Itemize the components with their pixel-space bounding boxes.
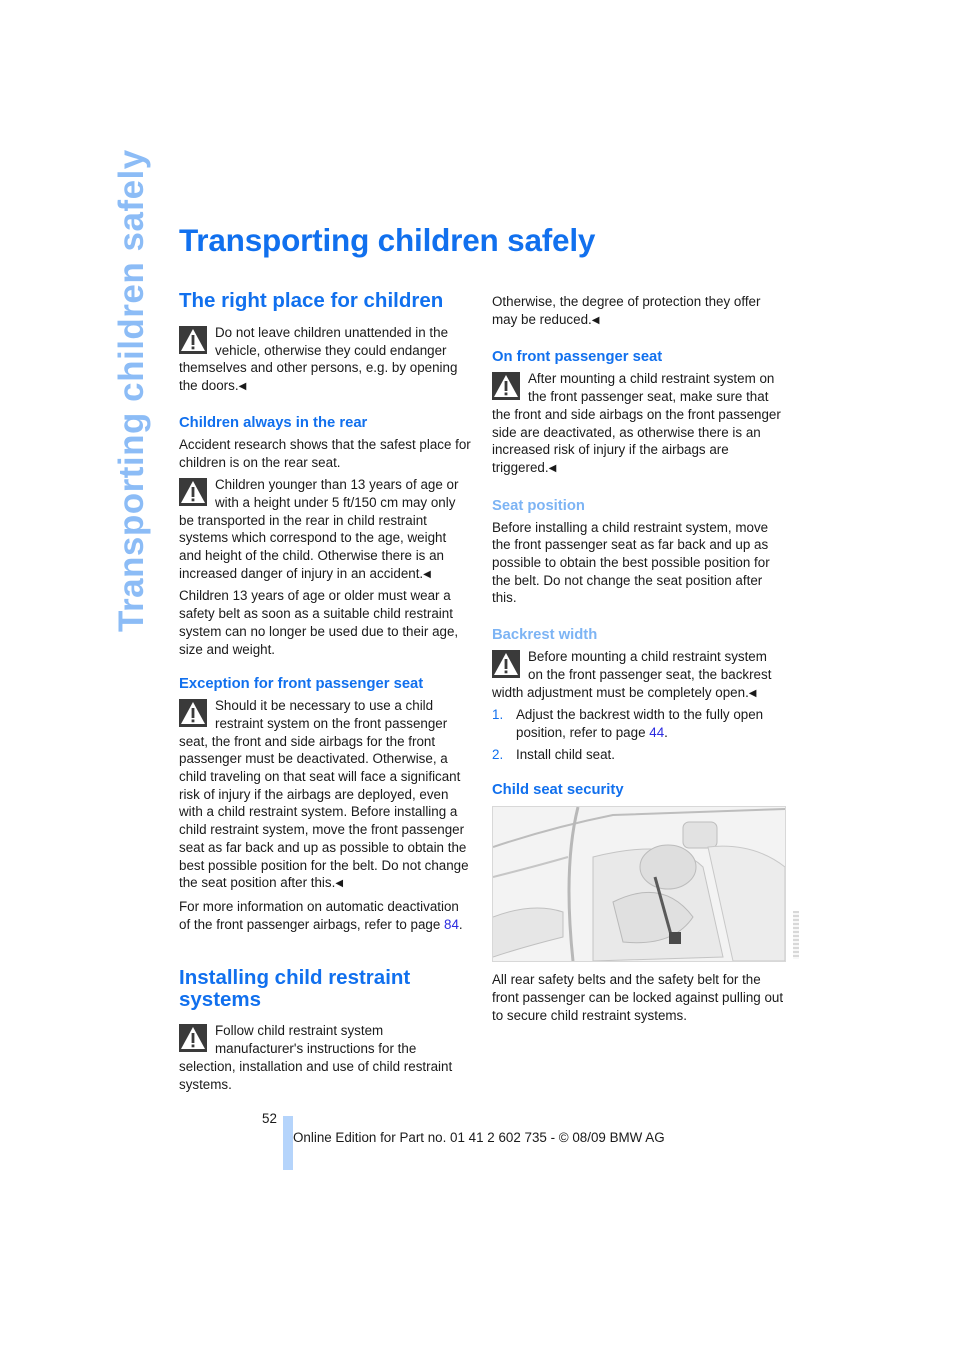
warning-triangle-icon	[179, 326, 207, 354]
warning-text: After mounting a child restraint system …	[492, 371, 781, 475]
paragraph-text: For more information on automatic deacti…	[179, 898, 459, 932]
child-seat-drawing	[492, 806, 786, 962]
step-text: Adjust the backrest width to the fully o…	[516, 707, 764, 740]
paragraph: For more information on automatic deacti…	[179, 898, 471, 933]
end-mark-icon: ◀	[335, 878, 344, 890]
left-column: The right place for children Do not leav…	[179, 290, 471, 1093]
end-mark-icon: ◀	[238, 381, 247, 393]
page-link-84[interactable]: 84	[444, 917, 459, 932]
end-mark-icon: ◀	[748, 687, 757, 699]
warning-triangle-icon	[179, 699, 207, 728]
page-title: Transporting children safely	[179, 222, 596, 258]
warning-text: Before mounting a child restraint system…	[492, 649, 772, 700]
step-item: 2. Install child seat.	[492, 746, 784, 764]
subheading-front-passenger-seat: On front passenger seat	[492, 349, 663, 366]
section-heading-installing: Installing child restraint systems	[179, 966, 411, 1012]
warning-text: Do not leave children unattended in the …	[179, 325, 458, 394]
warning-text: Follow child restraint system manufactur…	[179, 1023, 453, 1092]
subheading-children-rear: Children always in the rear	[179, 414, 368, 431]
warning-note: Do not leave children unattended in the …	[179, 324, 471, 396]
subheading-seat-position: Seat position	[492, 497, 585, 514]
warning-note: Should it be necessary to use a child re…	[179, 697, 471, 893]
subheading-backrest-width: Backrest width	[492, 627, 598, 644]
warning-triangle-icon	[492, 650, 520, 679]
paragraph: Before installing a child restraint syst…	[492, 519, 770, 606]
subheading-child-seat-security: Child seat security	[492, 782, 624, 799]
warning-note: Children younger than 13 years of age or…	[179, 476, 471, 583]
end-mark-icon: ◀	[591, 314, 600, 326]
step-text: Install child seat.	[516, 746, 615, 762]
child-seat-illustration	[492, 806, 799, 963]
steps-list: 1. Adjust the backrest width to the full…	[492, 706, 784, 763]
end-mark-icon: ◀	[548, 462, 557, 474]
paragraph-text: .	[458, 916, 463, 932]
paragraph: Accident research shows that the safest …	[179, 436, 471, 470]
warning-triangle-icon	[179, 1024, 207, 1053]
end-mark-icon: ◀	[423, 568, 431, 580]
page-link-44[interactable]: 44	[649, 725, 664, 740]
step-number: 2.	[492, 746, 504, 762]
image-code-mark	[793, 911, 799, 960]
warning-triangle-icon	[179, 478, 207, 507]
page-number: 52	[262, 1111, 277, 1126]
warning-text: Children younger than 13 years of age or…	[179, 477, 459, 581]
footer-accent-bar	[283, 1116, 293, 1170]
warning-note: After mounting a child restraint system …	[492, 370, 784, 477]
paragraph: Children 13 years of age or older must w…	[179, 588, 459, 657]
subheading-exception-front-seat: Exception for front passenger seat	[179, 676, 424, 693]
warning-triangle-icon	[492, 372, 520, 401]
paragraph: All rear safety belts and the safety bel…	[492, 972, 784, 1023]
warning-text: Should it be necessary to use a child re…	[179, 698, 469, 891]
paragraph: Otherwise, the degree of protection they…	[492, 294, 761, 327]
step-number: 1.	[492, 707, 504, 723]
warning-note: Follow child restraint system manufactur…	[179, 1022, 471, 1093]
step-item: 1. Adjust the backrest width to the full…	[492, 706, 784, 741]
section-heading-right-place: The right place for children	[179, 289, 444, 312]
warning-note: Before mounting a child restraint system…	[492, 648, 784, 702]
footer-edition-text: Online Edition for Part no. 01 41 2 602 …	[293, 1130, 665, 1145]
side-tab-title: Transporting children safely	[112, 149, 151, 632]
step-text: .	[664, 724, 668, 740]
right-column: Otherwise, the degree of protection they…	[492, 293, 799, 1024]
